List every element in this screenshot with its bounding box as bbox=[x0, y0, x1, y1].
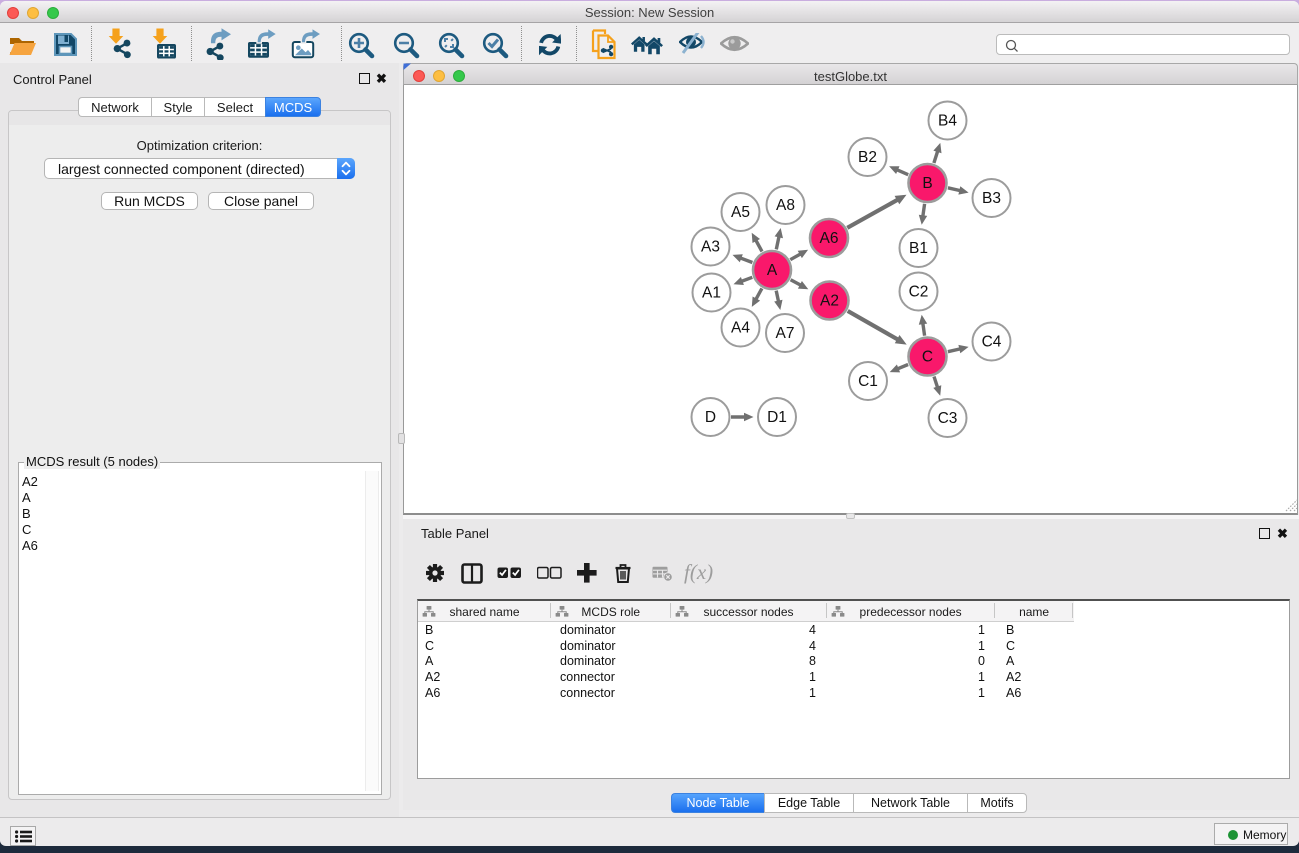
svg-text:C4: C4 bbox=[982, 334, 1002, 351]
svg-text:D1: D1 bbox=[767, 409, 787, 426]
svg-text:D: D bbox=[705, 409, 716, 426]
svg-text:A3: A3 bbox=[701, 239, 720, 256]
svg-text:B: B bbox=[922, 175, 932, 192]
svg-text:C2: C2 bbox=[909, 284, 929, 301]
svg-text:A2: A2 bbox=[820, 293, 839, 310]
svg-text:A5: A5 bbox=[731, 204, 750, 221]
svg-text:B3: B3 bbox=[982, 190, 1001, 207]
svg-text:B1: B1 bbox=[909, 240, 928, 257]
svg-text:B4: B4 bbox=[938, 113, 957, 130]
svg-text:A4: A4 bbox=[731, 320, 750, 337]
svg-text:C: C bbox=[922, 349, 933, 366]
svg-text:A8: A8 bbox=[776, 197, 795, 214]
svg-text:A: A bbox=[767, 262, 778, 279]
svg-text:A7: A7 bbox=[776, 325, 795, 342]
svg-text:B2: B2 bbox=[858, 149, 877, 166]
svg-text:C3: C3 bbox=[938, 410, 958, 427]
svg-text:A1: A1 bbox=[702, 285, 721, 302]
svg-text:A6: A6 bbox=[820, 230, 839, 247]
svg-text:C1: C1 bbox=[858, 373, 878, 390]
